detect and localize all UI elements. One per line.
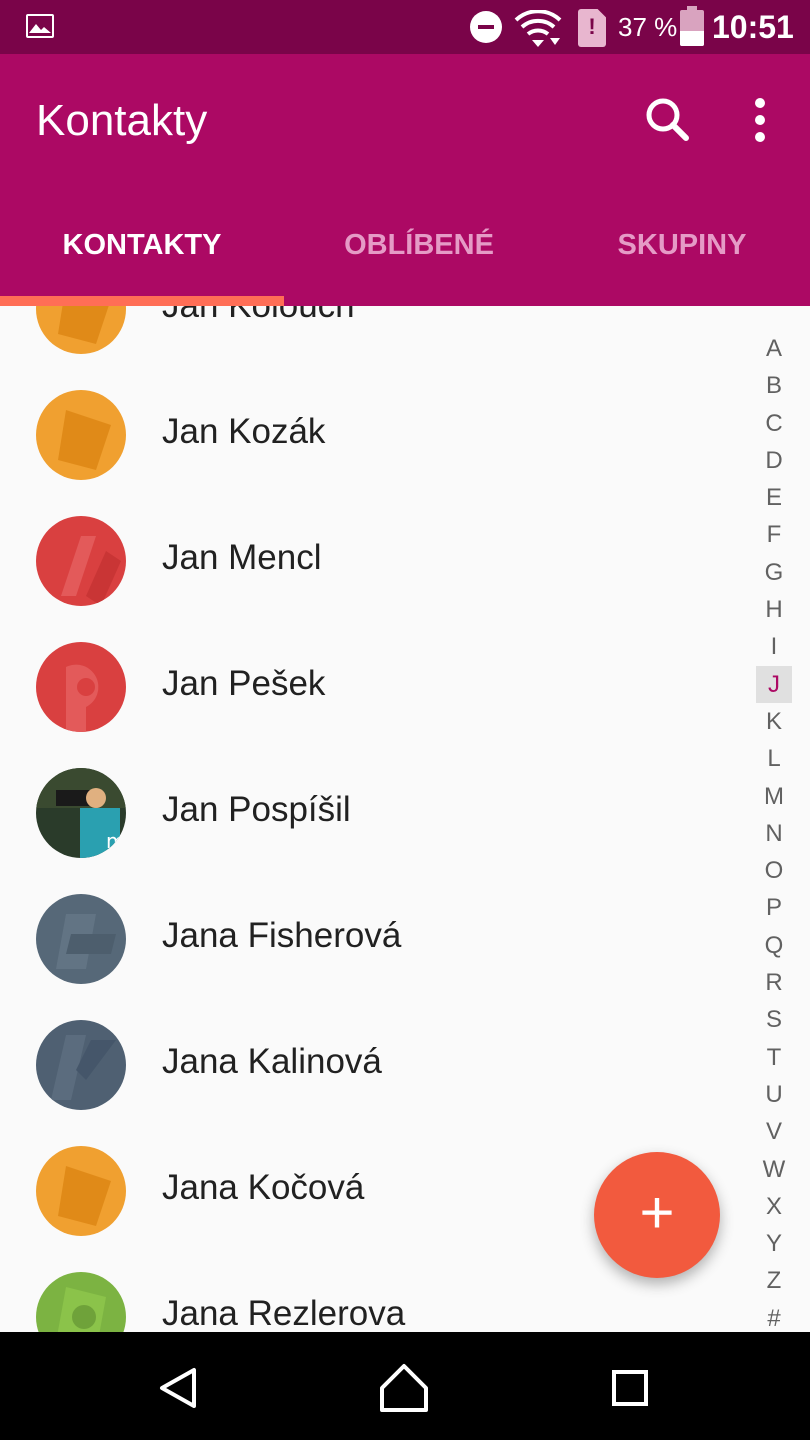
- image-icon: [26, 14, 54, 38]
- contact-name: Jana Kalinová: [162, 1042, 382, 1081]
- index-letter[interactable]: P: [756, 889, 792, 926]
- index-letter[interactable]: H: [756, 591, 792, 628]
- avatar: m: [36, 768, 126, 858]
- list-item[interactable]: Jana Fisherová: [0, 876, 740, 1002]
- contact-name: Jan Pospíšil: [162, 790, 351, 829]
- avatar: [36, 306, 126, 354]
- index-letter[interactable]: J: [756, 665, 792, 703]
- index-letter[interactable]: B: [756, 367, 792, 404]
- do-not-disturb-icon: [470, 11, 502, 43]
- list-item[interactable]: Jan Mencl: [0, 498, 740, 624]
- avatar: [36, 1272, 126, 1332]
- index-letter[interactable]: S: [756, 1001, 792, 1038]
- tab-indicator: [0, 296, 284, 306]
- avatar: [36, 1146, 126, 1236]
- index-letter[interactable]: M: [756, 778, 792, 815]
- avatar: [36, 1020, 126, 1110]
- contact-name: Jana Fisherová: [162, 916, 402, 955]
- index-letter[interactable]: Z: [756, 1262, 792, 1299]
- index-letter[interactable]: C: [756, 405, 792, 442]
- list-item[interactable]: Jana Kalinová: [0, 1002, 740, 1128]
- index-letter[interactable]: I: [756, 628, 792, 665]
- contact-name: Jan Pešek: [162, 664, 326, 703]
- back-icon: [160, 1368, 196, 1408]
- index-letter[interactable]: A: [756, 330, 792, 367]
- index-letter[interactable]: E: [756, 479, 792, 516]
- index-letter[interactable]: T: [756, 1039, 792, 1076]
- index-letter[interactable]: Y: [756, 1225, 792, 1262]
- contact-name: Jan Mencl: [162, 538, 322, 577]
- recent-apps-button[interactable]: [600, 1358, 660, 1418]
- list-item[interactable]: Jan Kozák: [0, 372, 740, 498]
- contact-name: Jan Kozák: [162, 412, 326, 451]
- list-item[interactable]: m Jan Pospíšil: [0, 750, 740, 876]
- recent-apps-icon: [612, 1370, 648, 1406]
- index-letter[interactable]: U: [756, 1076, 792, 1113]
- index-letter[interactable]: K: [756, 703, 792, 740]
- wifi-icon: [514, 9, 562, 53]
- more-options-button[interactable]: [736, 90, 784, 150]
- index-letter[interactable]: W: [756, 1151, 792, 1188]
- home-icon: [380, 1364, 428, 1412]
- index-letter[interactable]: V: [756, 1113, 792, 1150]
- index-letter[interactable]: O: [756, 852, 792, 889]
- home-button[interactable]: [374, 1358, 434, 1418]
- index-letter[interactable]: R: [756, 964, 792, 1001]
- avatar: [36, 894, 126, 984]
- tab-groups[interactable]: SKUPINY: [554, 204, 810, 306]
- index-letter[interactable]: D: [756, 442, 792, 479]
- navigation-bar: [0, 1332, 810, 1440]
- list-item[interactable]: Jan Pešek: [0, 624, 740, 750]
- alphabet-index[interactable]: A B C D E F G H I J K L M N O P Q R S T U V W X Y Z #: [756, 330, 792, 1337]
- contact-name: Jana Kočová: [162, 1168, 365, 1207]
- status-bar: ! 37 % 10:51: [0, 0, 810, 54]
- index-letter[interactable]: L: [756, 740, 792, 777]
- search-button[interactable]: [640, 92, 696, 148]
- tab-favorites[interactable]: OBLÍBENÉ: [284, 204, 554, 306]
- sim-alert-icon: !: [578, 9, 606, 47]
- contact-name: Jana Rezlerova: [162, 1294, 406, 1332]
- index-letter[interactable]: X: [756, 1188, 792, 1225]
- page-title: Kontakty: [36, 96, 208, 145]
- contacts-screen: ! 37 % 10:51 Kontakty KONTAKTY OBLÍBENÉ …: [0, 0, 810, 1440]
- avatar: [36, 390, 126, 480]
- svg-text:m: m: [106, 829, 125, 853]
- index-letter[interactable]: F: [756, 516, 792, 553]
- index-letter[interactable]: Q: [756, 927, 792, 964]
- back-button[interactable]: [150, 1358, 210, 1418]
- list-item[interactable]: Jan Kolouch: [0, 306, 740, 372]
- index-letter[interactable]: N: [756, 815, 792, 852]
- avatar: [36, 516, 126, 606]
- search-icon: [646, 98, 689, 141]
- contact-name: Jan Kolouch: [162, 306, 355, 326]
- tab-contacts[interactable]: KONTAKTY: [0, 204, 284, 306]
- clock: 10:51: [712, 9, 794, 45]
- index-letter[interactable]: G: [756, 554, 792, 591]
- battery-percent: 37 %: [618, 12, 678, 42]
- battery-icon: [680, 6, 704, 46]
- add-icon: +: [639, 1179, 675, 1246]
- add-contact-button[interactable]: +: [594, 1152, 720, 1278]
- app-bar: Kontakty KONTAKTY OBLÍBENÉ SKUPINY: [0, 54, 810, 306]
- avatar: [36, 642, 126, 732]
- tab-bar: KONTAKTY OBLÍBENÉ SKUPINY: [0, 204, 810, 306]
